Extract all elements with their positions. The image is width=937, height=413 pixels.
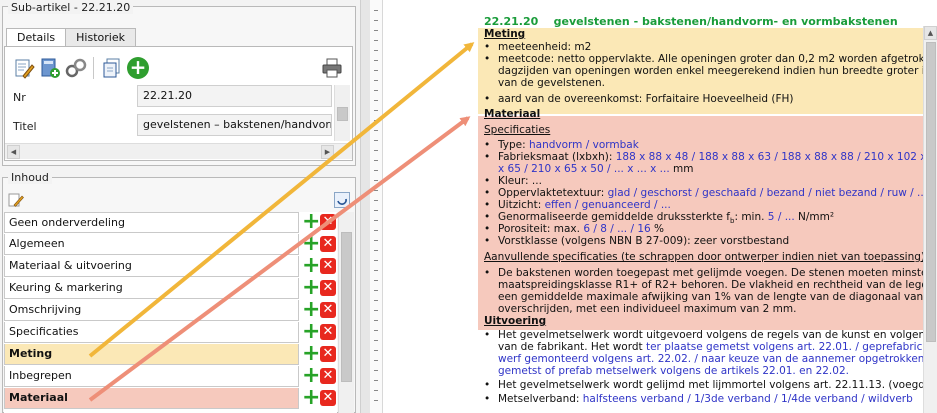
aanv-text: een gemiddelde maximale afwijking van 1%… bbox=[498, 291, 937, 303]
spec-bullet: • Uitzicht: effen / genuanceerd / ... bbox=[484, 199, 671, 211]
tab-details[interactable]: Details bbox=[6, 28, 67, 47]
list-item[interactable]: Keuring & markering bbox=[4, 278, 299, 299]
print-icon[interactable] bbox=[321, 57, 343, 79]
uitvoering-bullet: • Het gevelmetselwerk wordt gelijmd met l… bbox=[484, 379, 937, 391]
meting-text: van de gevelstenen. bbox=[498, 77, 605, 89]
copy-document-icon[interactable] bbox=[101, 57, 123, 79]
titel-label: Titel bbox=[13, 120, 37, 133]
spec-bullet: • Type: handvorm / vormbak bbox=[484, 139, 639, 151]
scroll-right-button[interactable]: ▶ bbox=[321, 145, 334, 159]
screen: Sub-artikel - 22.21.20 Details Historiek bbox=[0, 0, 937, 413]
meting-bullet: • meetcode: netto oppervlakte. Alle openi… bbox=[484, 53, 937, 65]
add-item-icon[interactable]: + bbox=[302, 365, 320, 387]
details-vertical-scrollbar[interactable] bbox=[334, 85, 350, 141]
add-item-icon[interactable]: + bbox=[302, 211, 320, 233]
add-icon[interactable]: + bbox=[127, 57, 149, 79]
titel-field[interactable]: gevelstenen – bakstenen/handvorm- en bbox=[137, 114, 332, 136]
scrollbar-thumb[interactable] bbox=[926, 42, 936, 342]
list-item[interactable]: Materiaal & uitvoering bbox=[4, 256, 299, 277]
delete-item-icon[interactable]: ✕ bbox=[320, 236, 336, 252]
tab-strip: Details Historiek bbox=[6, 28, 136, 47]
specificaties-heading: Specificaties bbox=[484, 124, 551, 136]
add-item-icon[interactable]: + bbox=[302, 343, 320, 365]
scroll-up-button[interactable]: ▲ bbox=[924, 26, 937, 40]
link-icon[interactable] bbox=[65, 57, 87, 79]
edit-icon[interactable] bbox=[8, 192, 24, 208]
details-horizontal-scrollbar[interactable]: ◀ ▶ bbox=[5, 143, 352, 159]
uitvoering-bullet: • Metselverband: halfsteens verband / 1/3… bbox=[484, 393, 913, 405]
meting-bullet: • aard van de overeenkomst: Forfaitaire H… bbox=[484, 93, 794, 105]
aanv-text: maatspreidingsklasse R1+ of R2+ behoren.… bbox=[498, 279, 937, 291]
splitter[interactable] bbox=[360, 0, 370, 413]
spec-bullet: • Kleur: ... bbox=[484, 175, 542, 187]
add-item-icon[interactable]: + bbox=[302, 387, 320, 409]
list-vertical-scrollbar[interactable] bbox=[338, 212, 354, 413]
delete-item-icon[interactable]: ✕ bbox=[320, 390, 336, 406]
add-item-icon[interactable]: + bbox=[302, 255, 320, 277]
uitvoering-text: werf gemonteerd volgens art. 22.02. / na… bbox=[498, 353, 937, 365]
meting-bullet: • meeteenheid: m2 bbox=[484, 41, 592, 53]
inhoud-title: Inhoud bbox=[8, 171, 52, 184]
edit-document-icon[interactable] bbox=[13, 57, 35, 79]
delete-item-icon[interactable]: ✕ bbox=[320, 368, 336, 384]
title-nr: 22.21.20 bbox=[484, 15, 539, 28]
nr-field[interactable]: 22.21.20 bbox=[137, 85, 332, 107]
list-item[interactable]: Specificaties bbox=[4, 322, 299, 343]
delete-item-icon[interactable]: ✕ bbox=[320, 258, 336, 274]
add-document-icon[interactable] bbox=[39, 57, 61, 79]
spec-bullet: • Oppervlaktetextuur: glad / geschorst / … bbox=[484, 187, 928, 199]
scroll-left-button[interactable]: ◀ bbox=[7, 145, 20, 159]
delete-item-icon[interactable]: ✕ bbox=[320, 280, 336, 296]
left-panel: Sub-artikel - 22.21.20 Details Historiek bbox=[0, 0, 360, 413]
delete-item-icon[interactable]: ✕ bbox=[320, 302, 336, 318]
add-item-icon[interactable]: + bbox=[302, 321, 320, 343]
aanv-bullet: • De bakstenen worden toegepast met gelij… bbox=[484, 267, 937, 279]
delete-item-icon[interactable]: ✕ bbox=[320, 214, 336, 230]
spec-bullet: • Porositeit: max. 6 / 8 / ... / 16 % bbox=[484, 223, 665, 235]
uitvoering-bullet: • Het gevelmetselwerk wordt uitgevoerd vo… bbox=[484, 329, 937, 341]
uitvoering-text: van de fabrikant. Het wordt ter plaatse … bbox=[498, 341, 937, 353]
refresh-icon[interactable] bbox=[334, 192, 350, 208]
aanv-text: overschrijden, met een individueel maxim… bbox=[498, 303, 797, 315]
meting-text: dagzijden van openingen worden enkel mee… bbox=[498, 65, 937, 77]
list-item-materiaal[interactable]: Materiaal bbox=[4, 388, 299, 409]
spec-bullet: • Vorstklasse (volgens NBN B 27-009): zee… bbox=[484, 235, 790, 247]
meting-heading: Meting bbox=[484, 28, 526, 40]
delete-item-icon[interactable]: ✕ bbox=[320, 324, 336, 340]
sub-artikel-title: Sub-artikel - 22.21.20 bbox=[8, 1, 134, 14]
list-item-meting[interactable]: Meting bbox=[4, 344, 299, 365]
document-preview: 22.21.20 gevelstenen - bakstenen/handvor… bbox=[478, 12, 937, 413]
add-item-icon[interactable]: + bbox=[302, 299, 320, 321]
title-text: gevelstenen - bakstenen/handvorm- en vor… bbox=[553, 15, 898, 28]
add-item-icon[interactable]: + bbox=[302, 233, 320, 255]
details-tab-body: + Nr 22.21.20 Titel gevelstenen – bakste… bbox=[4, 46, 353, 161]
uitvoering-heading: Uitvoering bbox=[484, 315, 547, 327]
add-item-icon[interactable]: + bbox=[302, 277, 320, 299]
uitvoering-text: gemetst of prefab metselwerk volgens de … bbox=[498, 365, 849, 377]
scrollbar-thumb[interactable] bbox=[337, 107, 348, 121]
list-item[interactable]: Geen onderverdeling bbox=[4, 212, 299, 233]
document-vertical-scrollbar[interactable]: ▲ bbox=[923, 26, 937, 413]
materiaal-heading: Materiaal bbox=[484, 108, 541, 120]
list-item[interactable]: Inbegrepen bbox=[4, 366, 299, 387]
scrollbar-thumb[interactable] bbox=[341, 232, 352, 382]
aanvullende-heading: Aanvullende specificaties (te schrappen … bbox=[484, 251, 926, 263]
nr-label: Nr bbox=[13, 91, 26, 104]
toolbar-separator bbox=[93, 57, 94, 79]
spec-text: x 65 / 210 x 65 x 50 / ... x ... x ... m… bbox=[498, 163, 694, 175]
list-item[interactable]: Algemeen bbox=[4, 234, 299, 255]
inhoud-list: Geen onderverdeling Algemeen Materiaal &… bbox=[4, 211, 337, 413]
tab-historiek[interactable]: Historiek bbox=[65, 28, 136, 46]
delete-item-icon[interactable]: ✕ bbox=[320, 346, 336, 362]
spec-bullet: • Fabrieksmaat (lxbxh): 188 x 88 x 48 / 1… bbox=[484, 151, 937, 163]
vertical-ruler bbox=[370, 0, 383, 413]
list-item[interactable]: Omschrijving bbox=[4, 300, 299, 321]
document-title: 22.21.20 gevelstenen - bakstenen/handvor… bbox=[484, 16, 898, 28]
